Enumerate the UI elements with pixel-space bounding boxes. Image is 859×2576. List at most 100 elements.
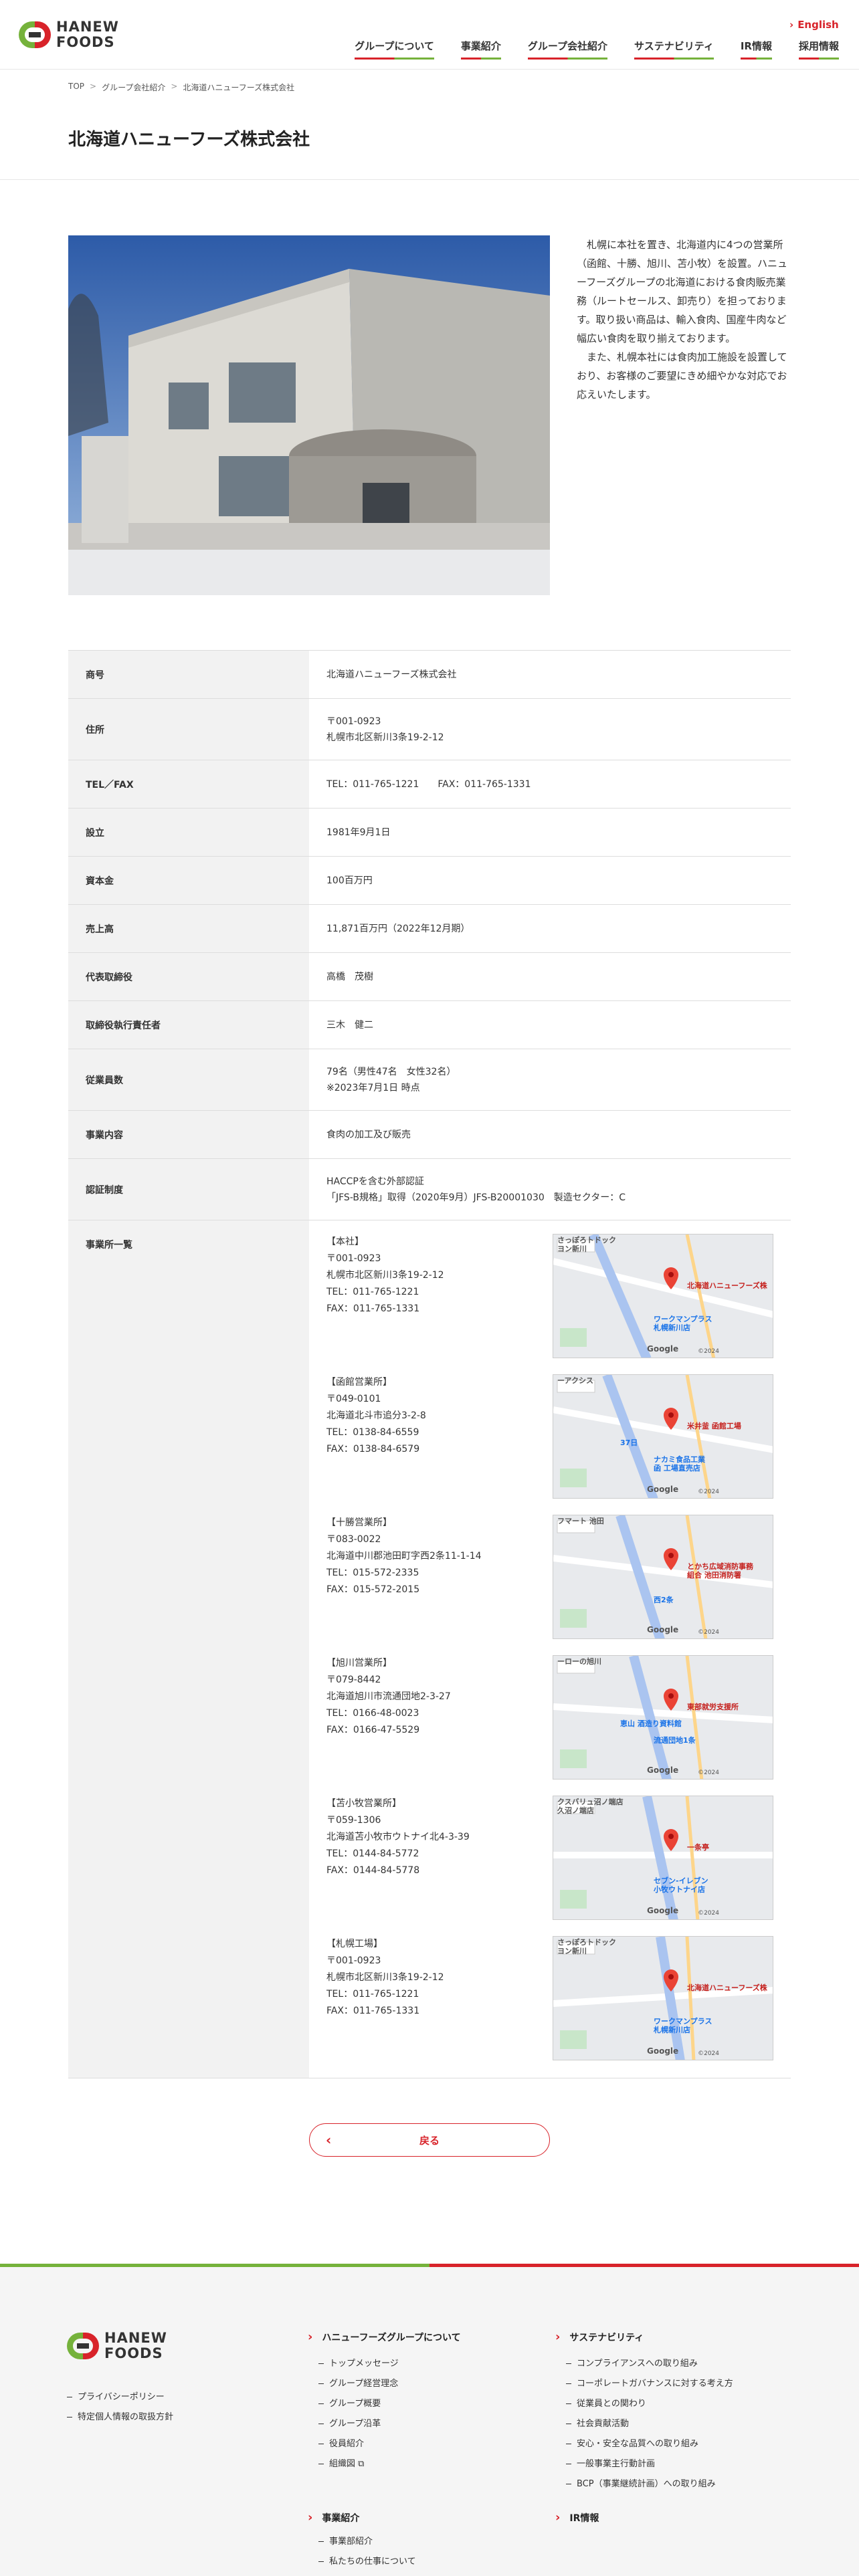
row-value: 79名（男性47名 女性32名） ※2023年7月1日 時点	[326, 1066, 456, 1093]
footer-link[interactable]: BCP（事業継続計画）への取り組み	[566, 2474, 733, 2494]
row-label: 設立	[68, 809, 309, 856]
office-map[interactable]: 東部就労支援所 流通団地1条 ーローの旭川 恵山 酒造り資料館 Google ©2024	[553, 1655, 773, 1780]
nav-ir[interactable]: IR情報	[740, 39, 773, 60]
footer-link[interactable]: グループ経営理念	[318, 2374, 399, 2394]
map-label: 37日	[620, 1438, 638, 1447]
footer-head-sustainability[interactable]: サステナビリティ	[555, 2330, 644, 2344]
google-logo: Google	[647, 1906, 679, 1915]
map-label: クスバリュ沼ノ端店 久沼ノ端店	[557, 1798, 624, 1815]
office-map[interactable]: 一条亭 セブン-イレブン 小牧ウトナイ店 クスバリュ沼ノ端店 久沼ノ端店 Google…	[553, 1796, 773, 1920]
global-nav: グループについて 事業紹介 グループ会社紹介 サステナビリティ IR情報 採用情…	[355, 39, 840, 60]
map-label: 米井釜 函館工場	[687, 1422, 741, 1430]
company-intro: 札幌に本社を置き、北海道内に4つの営業所（函館、十勝、旭川、苫小牧）を設置。ハニ…	[577, 235, 792, 404]
table-row: 売上高 11,871百万円（2022年12月期）	[68, 905, 791, 953]
back-button[interactable]: ‹ 戻る	[309, 2123, 550, 2157]
footer-link[interactable]: コーポレートガバナンスに対する考え方	[566, 2374, 733, 2394]
company-building-photo	[68, 235, 550, 595]
office-item: 【旭川営業所】 〒079-8442 北海道旭川市流通団地2-3-27 TEL：0…	[326, 1642, 773, 1782]
external-link-icon: ⧉	[358, 2459, 365, 2469]
office-address: 【苫小牧営業所】 〒059-1306 北海道苫小牧市ウトナイ北4-3-39 TE…	[326, 1798, 470, 1876]
map-copyright: ©2024	[698, 1489, 719, 1495]
office-map[interactable]: 米井釜 函館工場 ナカミ食品工業 函 工場直売店 ーアクシス 37日 Google ©20…	[553, 1374, 773, 1499]
map-copyright: ©2024	[698, 1910, 719, 1917]
footer-link[interactable]: トップメッセージ	[318, 2354, 399, 2374]
map-label: フマート 池田	[557, 1517, 604, 1525]
office-map[interactable]: とかち広域消防事務 組合 池田消防署 西2条 フマート 池田 Google ©2024	[553, 1515, 773, 1639]
site-footer: HANEW FOODS プライバシーポリシー 特定個人情報の取扱方針 ハニューフ…	[0, 2267, 859, 2576]
table-row: 取締役執行責任者 三木 健二	[68, 1001, 791, 1049]
google-logo: Google	[647, 1625, 679, 1634]
chevron-left-icon: ‹	[326, 2132, 332, 2148]
footer-link[interactable]: コンプライアンスへの取り組み	[566, 2354, 733, 2374]
footer-head-business[interactable]: 事業紹介	[308, 2510, 359, 2525]
breadcrumb: TOP > グループ会社紹介 > 北海道ハニューフーズ株式会社	[68, 82, 294, 93]
map-label: 北海道ハニューフーズ株	[687, 1281, 767, 1290]
logo-text: HANEW FOODS	[104, 2330, 167, 2361]
map-label: 東部就労支援所	[687, 1703, 739, 1711]
row-label: 住所	[68, 699, 309, 760]
footer-business-links: 事業部紹介 私たちの仕事について	[318, 2532, 416, 2572]
nav-recruit[interactable]: 採用情報	[798, 39, 840, 60]
office-address: 【十勝営業所】 〒083-0022 北海道中川郡池田町字西2条11-1-14 T…	[326, 1517, 482, 1595]
office-item: 【函館営業所】 〒049-0101 北海道北斗市追分3-2-8 TEL：0138…	[326, 1361, 773, 1501]
map-label: セブン-イレブン 小牧ウトナイ店	[654, 1876, 708, 1894]
english-link[interactable]: › English	[789, 19, 839, 31]
footer-link-privacy[interactable]: プライバシーポリシー	[67, 2387, 173, 2407]
google-logo: Google	[647, 1344, 679, 1354]
row-label: 事業内容	[68, 1111, 309, 1158]
logo-text: HANEW FOODS	[56, 19, 119, 50]
office-map[interactable]: 北海道ハニューフーズ株 ワークマンプラス 札幌新川店 さっぽろトドック ヨン新川 Go…	[553, 1936, 773, 2060]
footer-group-links: トップメッセージ グループ経営理念 グループ概要 グループ沿革 役員紹介 組織図…	[318, 2354, 399, 2474]
table-row: 住所 〒001-0923 札幌市北区新川3条19-2-12	[68, 699, 791, 760]
office-list: 【本社】 〒001-0923 札幌市北区新川3条19-2-12 TEL：011-…	[309, 1220, 791, 2078]
footer-policy-links: プライバシーポリシー 特定個人情報の取扱方針	[67, 2387, 173, 2428]
office-item: 【本社】 〒001-0923 札幌市北区新川3条19-2-12 TEL：011-…	[326, 1220, 773, 1361]
office-item: 【苫小牧営業所】 〒059-1306 北海道苫小牧市ウトナイ北4-3-39 TE…	[326, 1782, 773, 1923]
row-label: 取締役執行責任者	[68, 1001, 309, 1049]
breadcrumb-group-companies[interactable]: グループ会社紹介	[102, 82, 165, 93]
footer-link[interactable]: 従業員との関わり	[566, 2394, 733, 2414]
footer-head-ir[interactable]: IR情報	[555, 2510, 599, 2525]
map-label: ナカミ食品工業 函 工場直売店	[654, 1455, 705, 1473]
footer-link[interactable]: 安心・安全な品質への取り組み	[566, 2434, 733, 2454]
chevron-right-icon: ›	[789, 19, 794, 31]
nav-business[interactable]: 事業紹介	[460, 39, 501, 60]
footer-head-group[interactable]: ハニューフーズグループについて	[308, 2330, 460, 2344]
divider	[0, 179, 859, 180]
nav-sustainability[interactable]: サステナビリティ	[634, 39, 714, 60]
footer-link[interactable]: 一般事業主行動計画	[566, 2454, 733, 2474]
map-label: ーアクシス	[557, 1376, 594, 1385]
footer-link[interactable]: 私たちの仕事について	[318, 2552, 416, 2572]
logo[interactable]: HANEW FOODS	[19, 19, 119, 51]
map-label: 恵山 酒造り資料館	[620, 1719, 682, 1728]
intro-paragraph: また、札幌本社には食肉加工施設を設置しており、お客様のご要望にきめ細やかな対応で…	[577, 351, 787, 401]
footer-link[interactable]: 社会貢献活動	[566, 2414, 733, 2434]
map-label: さっぽろトドック ヨン新川	[557, 1938, 616, 1955]
page-title: 北海道ハニューフーズ株式会社	[68, 130, 310, 150]
row-label: 代表取締役	[68, 953, 309, 1000]
map-label: さっぽろトドック ヨン新川	[557, 1236, 616, 1253]
google-logo: Google	[647, 1765, 679, 1775]
footer-link[interactable]: 役員紹介	[318, 2434, 399, 2454]
footer-link[interactable]: 事業部紹介	[318, 2532, 416, 2552]
footer-logo[interactable]: HANEW FOODS	[67, 2330, 167, 2362]
table-row: 事業内容 食肉の加工及び販売	[68, 1111, 791, 1159]
map-label: 西2条	[654, 1596, 674, 1604]
footer-link-personal-info[interactable]: 特定個人情報の取扱方針	[67, 2407, 173, 2428]
footer-link[interactable]: グループ概要	[318, 2394, 399, 2414]
row-label: 商号	[68, 651, 309, 698]
company-info-table: 商号 北海道ハニューフーズ株式会社 住所 〒001-0923 札幌市北区新川3条19…	[68, 650, 791, 2078]
office-item: 【十勝営業所】 〒083-0022 北海道中川郡池田町字西2条11-1-14 T…	[326, 1501, 773, 1642]
map-copyright: ©2024	[698, 2050, 719, 2057]
footer-link[interactable]: グループ沿革	[318, 2414, 399, 2434]
nav-group-companies[interactable]: グループ会社紹介	[527, 39, 608, 60]
nav-group-about[interactable]: グループについて	[355, 39, 434, 60]
breadcrumb-top[interactable]: TOP	[68, 82, 84, 93]
row-value: TEL：011-765-1221 FAX：011-765-1331	[326, 778, 531, 790]
map-label: 北海道ハニューフーズ株	[687, 1983, 767, 1992]
logo-mark-icon	[67, 2330, 99, 2362]
office-map[interactable]: 北海道ハニューフーズ株 ワークマンプラス 札幌新川店 さっぽろトドック ヨン新川 Go…	[553, 1234, 773, 1358]
row-value: HACCPを含む外部認証 「JFS-B規格」取得（2020年9月）JFS-B20…	[326, 1176, 626, 1203]
row-label: 資本金	[68, 857, 309, 904]
footer-link[interactable]: 組織図 ⧉	[318, 2454, 399, 2474]
